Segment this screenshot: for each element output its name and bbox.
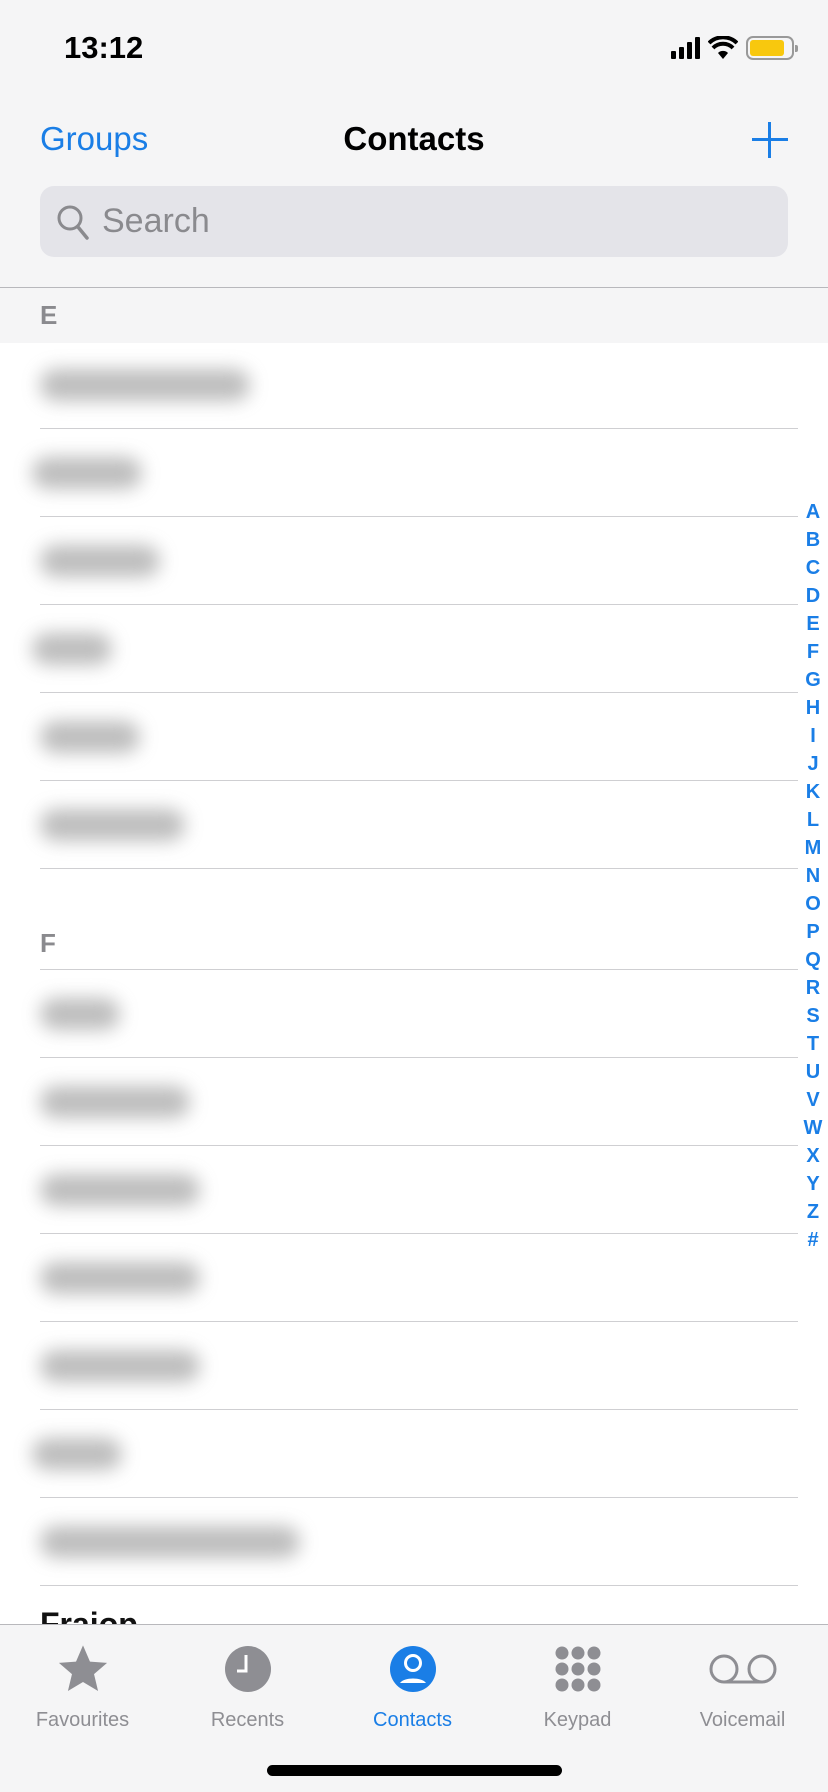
home-indicator[interactable]	[267, 1765, 562, 1776]
index-letter[interactable]: L	[807, 806, 819, 834]
star-icon	[58, 1645, 107, 1692]
index-letter[interactable]: F	[807, 638, 819, 666]
index-letter[interactable]: X	[806, 1142, 819, 1170]
index-letter[interactable]: P	[806, 918, 819, 946]
section-f-spacer	[40, 882, 798, 970]
groups-button[interactable]: Groups	[40, 120, 148, 158]
tab-contacts[interactable]: Contacts	[330, 1639, 495, 1732]
contact-row[interactable]	[32, 1410, 798, 1498]
contact-row[interactable]	[40, 1322, 798, 1410]
index-letter[interactable]: A	[806, 498, 820, 526]
battery-icon	[746, 36, 798, 60]
index-letter[interactable]: V	[806, 1086, 819, 1114]
status-time: 13:12	[64, 30, 144, 65]
contact-row[interactable]	[40, 970, 798, 1058]
status-icons	[671, 36, 798, 60]
contact-row[interactable]	[40, 693, 798, 781]
index-letter[interactable]: O	[805, 890, 821, 918]
contact-row[interactable]	[40, 517, 798, 605]
search-placeholder: Search	[102, 202, 210, 240]
index-letter[interactable]: H	[806, 694, 820, 722]
section-index[interactable]: A B C D E F G H I J K L M N O P Q R S T U V W X Y Z #	[800, 498, 826, 1254]
signal-icon	[671, 37, 700, 59]
search-input[interactable]: Search	[40, 186, 788, 257]
index-letter[interactable]: B	[806, 526, 820, 554]
search-icon	[57, 205, 89, 240]
index-letter[interactable]: Y	[806, 1170, 819, 1198]
index-letter[interactable]: #	[807, 1226, 818, 1254]
wifi-icon	[708, 36, 738, 59]
index-letter[interactable]: Q	[805, 946, 821, 974]
index-letter[interactable]: U	[806, 1058, 820, 1086]
index-letter[interactable]: K	[806, 778, 820, 806]
index-letter[interactable]: T	[807, 1030, 819, 1058]
contact-row[interactable]	[40, 341, 798, 429]
index-letter[interactable]: W	[804, 1114, 823, 1142]
section-header-e: E	[40, 300, 58, 330]
index-letter[interactable]: C	[806, 554, 820, 582]
index-letter[interactable]: D	[806, 582, 820, 610]
voicemail-icon	[709, 1654, 776, 1684]
tab-recents[interactable]: Recents	[165, 1639, 330, 1732]
contact-row[interactable]	[40, 1498, 798, 1586]
contact-row[interactable]	[40, 781, 798, 869]
clock-icon	[224, 1646, 271, 1692]
tab-voicemail[interactable]: Voicemail	[660, 1639, 825, 1732]
divider	[0, 287, 828, 288]
index-letter[interactable]: S	[806, 1002, 819, 1030]
contact-row[interactable]	[40, 1234, 798, 1322]
contact-row[interactable]	[40, 1058, 798, 1146]
tab-keypad[interactable]: Keypad	[495, 1639, 660, 1732]
index-letter[interactable]: Z	[807, 1198, 819, 1226]
index-letter[interactable]: N	[806, 862, 820, 890]
person-circle-icon	[389, 1646, 436, 1692]
index-letter[interactable]: M	[805, 834, 822, 862]
index-letter[interactable]: R	[806, 974, 820, 1002]
contact-row[interactable]	[32, 429, 798, 517]
index-letter[interactable]: J	[807, 750, 818, 778]
contact-row[interactable]	[40, 1146, 798, 1234]
contact-row[interactable]	[32, 605, 798, 693]
plus-icon[interactable]	[750, 120, 790, 160]
keypad-icon	[555, 1646, 600, 1692]
index-letter[interactable]: E	[806, 610, 819, 638]
index-letter[interactable]: I	[810, 722, 816, 750]
index-letter[interactable]: G	[805, 666, 821, 694]
tab-favourites[interactable]: Favourites	[0, 1639, 165, 1732]
